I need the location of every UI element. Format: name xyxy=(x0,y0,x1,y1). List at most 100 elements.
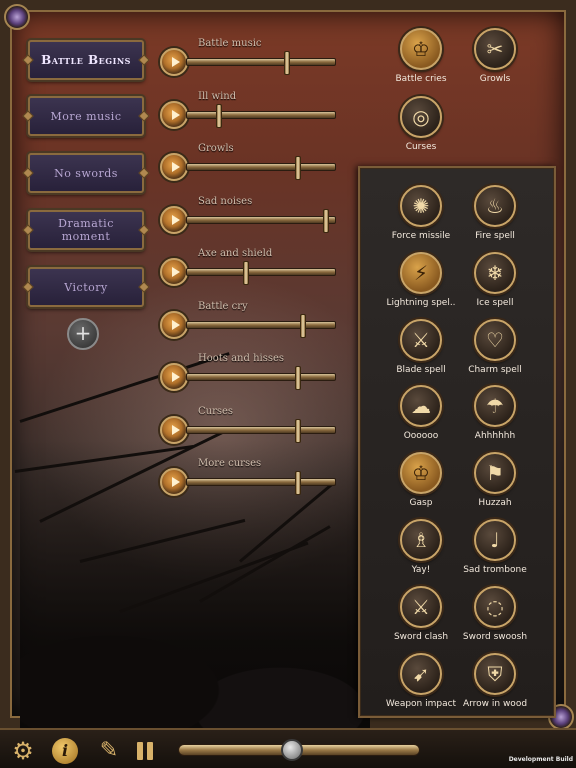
crown-icon: ♔ xyxy=(400,28,442,70)
sound-effect-label: Ahhhhhh xyxy=(474,431,516,442)
volume-knob[interactable] xyxy=(284,51,291,75)
pause-icon[interactable] xyxy=(132,738,158,764)
corner-ornament-icon xyxy=(4,4,30,30)
shield-icon: ⛨ xyxy=(474,652,516,695)
music-button-label: No swords xyxy=(54,166,118,180)
lightning-icon: ⚡ xyxy=(400,251,442,294)
sound-effect-button[interactable]: ♩ Sad trombone xyxy=(455,519,535,585)
sound-effect-button[interactable]: ⚔ Sword clash xyxy=(381,585,461,652)
track-row: Battle music xyxy=(160,38,340,78)
music-button[interactable]: More music xyxy=(22,96,150,136)
sound-effect-label: Huzzah xyxy=(478,498,512,509)
edit-pencil-icon[interactable]: ✎ xyxy=(96,738,122,764)
snowflake-icon: ❄ xyxy=(474,251,516,294)
volume-slider[interactable] xyxy=(186,478,336,486)
sound-effect-button[interactable]: ☂ Ahhhhhh xyxy=(455,385,535,451)
volume-knob[interactable] xyxy=(322,208,329,233)
track-row: Growls xyxy=(160,143,340,183)
crown-icon: ♔ xyxy=(400,452,442,495)
track-label: Growls xyxy=(198,143,234,154)
ring-icon: ◎ xyxy=(400,96,442,138)
music-button-label: Dramatic moment xyxy=(58,217,114,243)
sound-effect-button[interactable]: ☁ Oooooo xyxy=(381,385,461,451)
swirl-icon: ◌ xyxy=(474,585,516,628)
info-icon[interactable]: i xyxy=(52,738,78,764)
blade-icon: ⚔ xyxy=(400,318,442,361)
volume-slider[interactable] xyxy=(186,110,336,119)
play-icon[interactable] xyxy=(160,468,188,496)
sound-effect-label: Sad trombone xyxy=(463,565,527,575)
sound-effect-label: Ice spell xyxy=(476,297,514,308)
flame-icon: ♨ xyxy=(474,185,516,227)
comet-icon: ✺ xyxy=(400,185,442,227)
volume-knob[interactable] xyxy=(215,103,222,128)
volume-slider[interactable] xyxy=(186,58,336,66)
sound-effect-button[interactable]: ➹ Weapon impact xyxy=(381,652,461,719)
music-button-label: Battle Begins xyxy=(41,52,131,67)
sound-effect-button[interactable]: ❄ Ice spell xyxy=(455,251,535,318)
track-label: Curses xyxy=(198,405,234,417)
volume-slider[interactable] xyxy=(186,373,336,381)
volume-slider[interactable] xyxy=(186,268,336,276)
sound-effect-label: Charm spell xyxy=(468,364,522,375)
volume-slider[interactable] xyxy=(186,163,336,171)
horn-icon: ♩ xyxy=(474,519,516,561)
sound-effect-button[interactable]: ⚑ Huzzah xyxy=(455,452,535,518)
settings-gear-icon[interactable]: ⚙ xyxy=(10,738,36,764)
build-label: Development Build xyxy=(508,756,573,763)
track-label: Ill wind xyxy=(198,90,237,102)
music-button[interactable]: Dramatic moment xyxy=(22,210,150,250)
master-volume-knob[interactable] xyxy=(280,739,303,761)
volume-slider[interactable] xyxy=(186,320,336,329)
master-volume-slider[interactable] xyxy=(178,739,420,761)
track-label: Hoots and hisses xyxy=(198,353,285,364)
volume-knob[interactable] xyxy=(294,366,301,390)
volume-knob[interactable] xyxy=(242,261,249,285)
sound-effect-label: Sword swoosh xyxy=(462,631,528,642)
play-icon[interactable] xyxy=(160,310,188,339)
sound-effect-button[interactable]: ✺ Force missile xyxy=(381,185,461,251)
sound-effect-button[interactable]: ♔ Battle cries xyxy=(381,28,461,94)
volume-slider[interactable] xyxy=(186,425,336,434)
sound-effect-button[interactable]: ♔ Gasp xyxy=(381,452,461,518)
banner-icon: ⚑ xyxy=(474,452,516,495)
sound-effect-label: Curses xyxy=(405,142,437,152)
bottom-toolbar: ⚙ i ✎ Development Build xyxy=(0,728,576,768)
ghost-icon: ☁ xyxy=(400,385,442,428)
sound-effect-button[interactable]: ♡ Charm spell xyxy=(455,318,535,385)
music-button[interactable]: Battle Begins xyxy=(22,40,150,80)
play-icon[interactable] xyxy=(160,205,188,234)
music-button[interactable]: Victory xyxy=(22,267,150,307)
volume-knob[interactable] xyxy=(300,313,307,338)
play-icon[interactable] xyxy=(160,48,188,76)
volume-knob[interactable] xyxy=(294,418,301,443)
sound-effect-button[interactable]: ⛨ Arrow in wood xyxy=(455,652,535,719)
sound-effect-button[interactable]: ◌ Sword swoosh xyxy=(455,585,535,652)
sound-effect-button[interactable]: ✂ Growls xyxy=(455,28,535,94)
volume-slider[interactable] xyxy=(186,215,336,224)
sound-effect-button[interactable]: ⚔ Blade spell xyxy=(381,318,461,385)
music-button-label: More music xyxy=(50,109,122,123)
track-row: Sad noises xyxy=(160,196,340,236)
add-music-button[interactable]: + xyxy=(67,318,99,350)
figures-icon: ♗ xyxy=(400,519,442,561)
sound-effect-button[interactable]: ◎ Curses xyxy=(381,96,461,162)
sound-effect-button[interactable]: ⚡ Lightning spel.. xyxy=(381,251,461,318)
track-row: Hoots and hisses xyxy=(160,353,340,393)
music-button[interactable]: No swords xyxy=(22,153,150,193)
play-icon[interactable] xyxy=(160,100,188,129)
volume-knob[interactable] xyxy=(294,471,301,495)
play-icon[interactable] xyxy=(160,415,188,444)
arrow-impact-icon: ➹ xyxy=(400,652,442,695)
crowd-icon: ☂ xyxy=(474,385,516,428)
volume-knob[interactable] xyxy=(294,156,301,180)
track-row: More curses xyxy=(160,458,340,498)
play-icon[interactable] xyxy=(160,153,188,181)
track-label: Axe and shield xyxy=(198,248,273,259)
plus-icon: + xyxy=(74,321,92,345)
sound-effect-label: Fire spell xyxy=(475,231,515,241)
sound-effect-button[interactable]: ♨ Fire spell xyxy=(455,185,535,251)
play-icon[interactable] xyxy=(160,363,188,391)
sound-effect-button[interactable]: ♗ Yay! xyxy=(381,519,461,585)
play-icon[interactable] xyxy=(160,258,188,286)
